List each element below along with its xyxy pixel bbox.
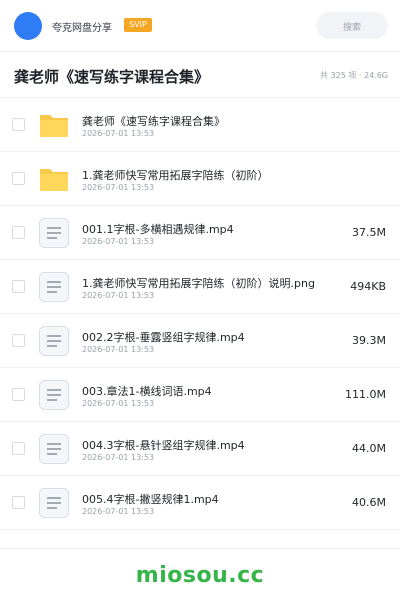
file-date: 2026-07-01 13:53 (82, 453, 155, 462)
folder-icon (38, 163, 70, 195)
file-date: 2026-07-01 13:53 (82, 345, 155, 354)
document-icon (38, 325, 70, 357)
file-name: 002.2字根-垂露竖组字规律.mp4 (82, 331, 245, 344)
row-checkbox[interactable] (12, 496, 25, 509)
folder-summary: 共 325 项 · 24.6G (320, 71, 388, 80)
list-item[interactable]: 1.龚老师快写常用拓展字陪练（初阶）说明.png 2026-07-01 13:53… (0, 260, 400, 314)
row-checkbox[interactable] (12, 280, 25, 293)
row-checkbox[interactable] (12, 388, 25, 401)
file-name: 龚老师《速写练字课程合集》 (82, 115, 225, 128)
watermark: miosou.cc (135, 563, 265, 588)
top-bar: 夸克网盘分享 SVIP 搜索 (0, 0, 400, 52)
file-name: 1.龚老师快写常用拓展字陪练（初阶）说明.png (82, 277, 315, 290)
file-date: 2026-07-01 13:53 (82, 399, 155, 408)
page-title: 龚老师《速写练字课程合集》 (14, 68, 210, 86)
file-date: 2026-07-01 13:53 (82, 237, 155, 246)
row-checkbox[interactable] (12, 334, 25, 347)
row-checkbox[interactable] (12, 118, 25, 131)
file-list: 龚老师《速写练字课程合集》 2026-07-01 13:53 1.龚老师快写常用拓展… (0, 98, 400, 530)
file-date: 2026-07-01 13:53 (82, 291, 155, 300)
file-size: 494KB (350, 280, 386, 293)
file-date: 2026-07-01 13:53 (82, 129, 155, 138)
file-size: 37.5M (352, 226, 386, 239)
folder-icon (38, 109, 70, 141)
file-name: 005.4字根-撇竖规律1.mp4 (82, 493, 219, 506)
file-name: 001.1字根-多横相遇规律.mp4 (82, 223, 234, 236)
document-icon (38, 433, 70, 465)
file-size: 111.0M (345, 388, 386, 401)
file-size: 40.6M (352, 496, 386, 509)
footer: miosou.cc (0, 548, 400, 600)
file-name: 003.章法1-横线词语.mp4 (82, 385, 212, 398)
list-item[interactable]: 001.1字根-多横相遇规律.mp4 2026-07-01 13:53 37.5M (0, 206, 400, 260)
document-icon (38, 379, 70, 411)
folder-header: 龚老师《速写练字课程合集》 共 325 项 · 24.6G (0, 52, 400, 98)
row-checkbox[interactable] (12, 172, 25, 185)
row-checkbox[interactable] (12, 226, 25, 239)
document-icon (38, 487, 70, 519)
file-date: 2026-07-01 13:53 (82, 507, 155, 516)
svip-badge[interactable]: SVIP (124, 18, 152, 32)
app-name: 夸克网盘分享 (52, 23, 112, 34)
list-item[interactable]: 002.2字根-垂露竖组字规律.mp4 2026-07-01 13:53 39.3M (0, 314, 400, 368)
search-input[interactable]: 搜索 (316, 12, 388, 39)
list-item[interactable]: 龚老师《速写练字课程合集》 2026-07-01 13:53 (0, 98, 400, 152)
document-icon (38, 217, 70, 249)
file-name: 1.龚老师快写常用拓展字陪练（初阶） (82, 169, 269, 182)
file-size: 44.0M (352, 442, 386, 455)
search-placeholder: 搜索 (342, 23, 361, 33)
list-item[interactable]: 1.龚老师快写常用拓展字陪练（初阶） 2026-07-01 13:53 (0, 152, 400, 206)
file-name: 004.3字根-悬针竖组字规律.mp4 (82, 439, 245, 452)
list-item[interactable]: 005.4字根-撇竖规律1.mp4 2026-07-01 13:53 40.6M (0, 476, 400, 530)
list-item[interactable]: 003.章法1-横线词语.mp4 2026-07-01 13:53 111.0M (0, 368, 400, 422)
avatar[interactable] (14, 12, 42, 40)
file-date: 2026-07-01 13:53 (82, 183, 155, 192)
list-item[interactable]: 004.3字根-悬针竖组字规律.mp4 2026-07-01 13:53 44.0M (0, 422, 400, 476)
document-icon (38, 271, 70, 303)
file-size: 39.3M (352, 334, 386, 347)
row-checkbox[interactable] (12, 442, 25, 455)
